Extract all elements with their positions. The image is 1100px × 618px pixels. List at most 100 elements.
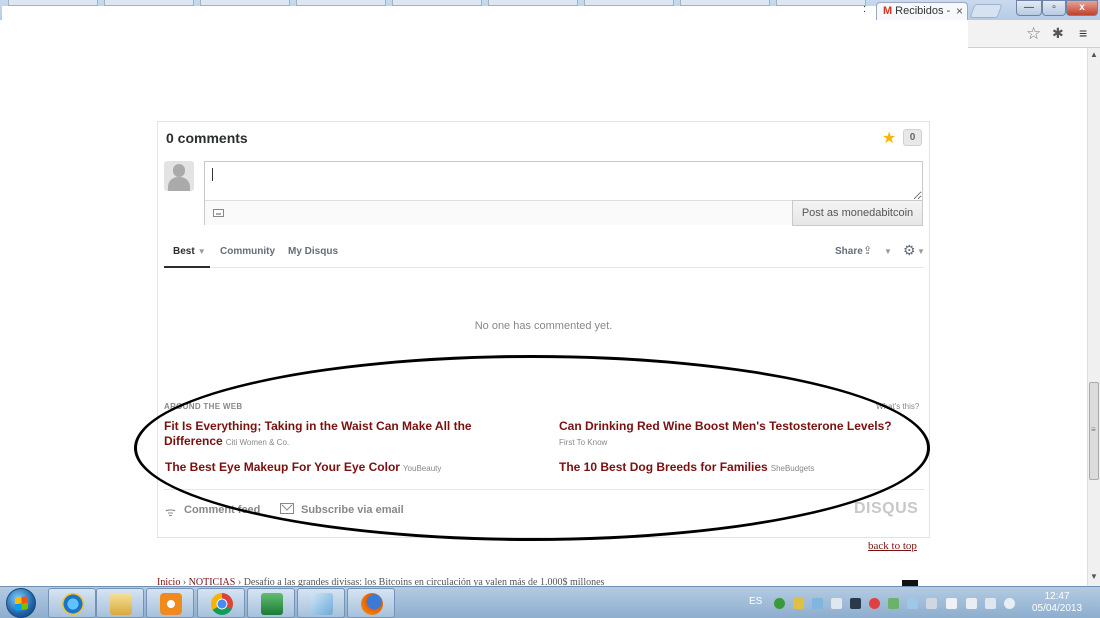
clock-date: 05/04/2013 [1031, 603, 1083, 614]
gmail-icon: M [883, 5, 893, 17]
reply-box: Post as monedabitcoin [204, 161, 923, 226]
subscribe-email-link[interactable]: Subscribe via email [301, 504, 404, 516]
chevron-down-icon[interactable]: ▼ [917, 247, 925, 256]
page-overlay [2, 6, 968, 50]
disqus-footer: ᯤ Comment feed Subscribe via email DISQU… [164, 489, 924, 529]
tray-icon[interactable] [793, 598, 804, 609]
rss-icon[interactable]: ᯤ [165, 503, 176, 520]
taskbar-chrome[interactable] [197, 588, 245, 618]
menu-icon[interactable]: ≡ [1079, 25, 1087, 41]
taskbar-internet-explorer[interactable] [48, 588, 96, 618]
scroll-down-arrow-icon[interactable]: ▼ [1088, 572, 1100, 581]
close-tab-icon[interactable]: × [956, 4, 963, 18]
tab-best-label: Best [173, 246, 195, 257]
tab-gmail-inbox[interactable]: M Recibidos - × [876, 2, 968, 20]
recommendation-source: SheBudgets [770, 464, 815, 473]
favorite-count-badge: 0 [903, 129, 922, 146]
comment-input[interactable] [205, 162, 922, 200]
breadcrumb-section[interactable]: NOTICIAS [189, 577, 236, 586]
tray-icon[interactable] [888, 598, 899, 609]
extension-icon[interactable]: ✱ [1052, 25, 1064, 42]
post-button[interactable]: Post as monedabitcoin [792, 200, 923, 226]
reply-footer: Post as monedabitcoin [205, 200, 923, 226]
file-explorer-icon [110, 593, 132, 615]
disqus-logo[interactable]: DISQUS [854, 500, 918, 518]
language-indicator[interactable]: ES [749, 596, 762, 607]
info-tray-icon[interactable] [774, 598, 785, 609]
speaker-icon[interactable] [1004, 598, 1015, 609]
tray-icon[interactable] [926, 598, 937, 609]
page-scrollbar[interactable]: ▲ ≡ ▼ [1087, 48, 1100, 586]
scroll-thumb[interactable]: ≡ [1089, 382, 1099, 480]
minimize-button[interactable]: — [1016, 0, 1042, 16]
start-button[interactable] [6, 588, 36, 618]
comment-feed-link[interactable]: Comment feed [184, 504, 260, 516]
tab-title: Recibidos - [895, 5, 951, 17]
avatar [164, 161, 194, 191]
tray-icon[interactable] [812, 598, 823, 609]
recommendation-title[interactable]: The Best Eye Makeup For Your Eye Color [165, 460, 400, 474]
new-tab-button[interactable] [969, 4, 1003, 18]
battery-icon[interactable] [966, 598, 977, 609]
mail-icon[interactable] [280, 503, 294, 514]
recommendation-title[interactable]: Fit Is Everything; Taking in the Waist C… [164, 419, 472, 448]
taskbar-firefox[interactable] [347, 588, 395, 618]
thread-nav: Best ▼ Community My Disqus Share ⇪ ▼ ⚙ ▼ [164, 240, 925, 268]
whats-this-link[interactable]: What's this? [876, 402, 919, 411]
around-the-web-heading: AROUND THE WEB [164, 402, 243, 411]
media-player-icon [160, 593, 182, 615]
attach-image-icon[interactable] [213, 209, 224, 217]
chevron-down-icon: ▼ [197, 247, 206, 256]
breadcrumb-separator: › [237, 577, 242, 586]
breadcrumb: Inicio › NOTICIAS › Desafío a las grande… [157, 577, 777, 586]
gear-icon[interactable]: ⚙ [903, 242, 916, 259]
recommendation-link[interactable]: The 10 Best Dog Breeds for Families SheBu… [559, 460, 919, 476]
share-button[interactable]: Share [835, 246, 863, 257]
tab-community[interactable]: Community [220, 246, 275, 257]
taskbar: ES 12:47 05/04/2013 [0, 586, 1100, 618]
breadcrumb-home[interactable]: Inicio [157, 577, 180, 586]
recommendation-title[interactable]: Can Drinking Red Wine Boost Men's Testos… [559, 419, 892, 433]
taskbar-media-player[interactable] [146, 588, 194, 618]
firefox-icon [361, 593, 383, 615]
scroll-up-arrow-icon[interactable]: ▲ [1088, 50, 1100, 59]
favorite-star-icon[interactable]: ★ [882, 128, 896, 148]
action-center-flag-icon[interactable] [946, 598, 957, 609]
recommendation-link[interactable]: Can Drinking Red Wine Boost Men's Testos… [559, 419, 919, 450]
maximize-button[interactable]: ▫ [1042, 0, 1066, 16]
tray-icon[interactable] [907, 598, 918, 609]
clock-time: 12:47 [1044, 591, 1070, 602]
tray-icon[interactable] [850, 598, 861, 609]
active-tab-indicator [164, 266, 210, 268]
breadcrumb-current: Desafío a las grandes divisas: los Bitco… [243, 577, 605, 586]
tab-best[interactable]: Best ▼ [173, 246, 206, 257]
bookmark-star-icon[interactable]: ☆ [1026, 24, 1041, 44]
signal-icon[interactable] [985, 598, 996, 609]
windows-logo-icon [15, 596, 28, 611]
taskbar-notepad[interactable] [297, 588, 345, 618]
close-window-button[interactable]: x [1066, 0, 1098, 16]
recommendation-link[interactable]: Fit Is Everything; Taking in the Waist C… [164, 419, 484, 450]
clock[interactable]: 12:47 05/04/2013 [1031, 591, 1083, 615]
excel-icon [261, 593, 283, 615]
tab-separator: : [863, 3, 867, 15]
chevron-down-icon[interactable]: ▼ [884, 247, 892, 256]
tray-icon[interactable] [831, 598, 842, 609]
taskbar-excel[interactable] [247, 588, 295, 618]
grip-icon: ≡ [1091, 425, 1096, 434]
internet-explorer-icon [62, 593, 84, 615]
recommendation-source: YouBeauty [402, 464, 442, 473]
breadcrumb-separator: › [182, 577, 187, 586]
text-caret [212, 168, 213, 181]
disqus-thread: 0 comments ★ 0 Post as monedabitcoin Bes… [157, 121, 930, 538]
empty-state-message: No one has commented yet. [474, 320, 613, 332]
recommendation-link[interactable]: The Best Eye Makeup For Your Eye Color Yo… [165, 460, 525, 476]
back-to-top-link[interactable]: back to top [868, 540, 917, 552]
volume-icon[interactable] [869, 598, 880, 609]
notepad-icon [311, 593, 333, 615]
taskbar-file-explorer[interactable] [96, 588, 144, 618]
tab-my-disqus[interactable]: My Disqus [288, 246, 338, 257]
recommendation-source: Citi Women & Co. [225, 438, 290, 447]
share-icon[interactable]: ⇪ [863, 244, 872, 257]
recommendation-title[interactable]: The 10 Best Dog Breeds for Families [559, 460, 768, 474]
